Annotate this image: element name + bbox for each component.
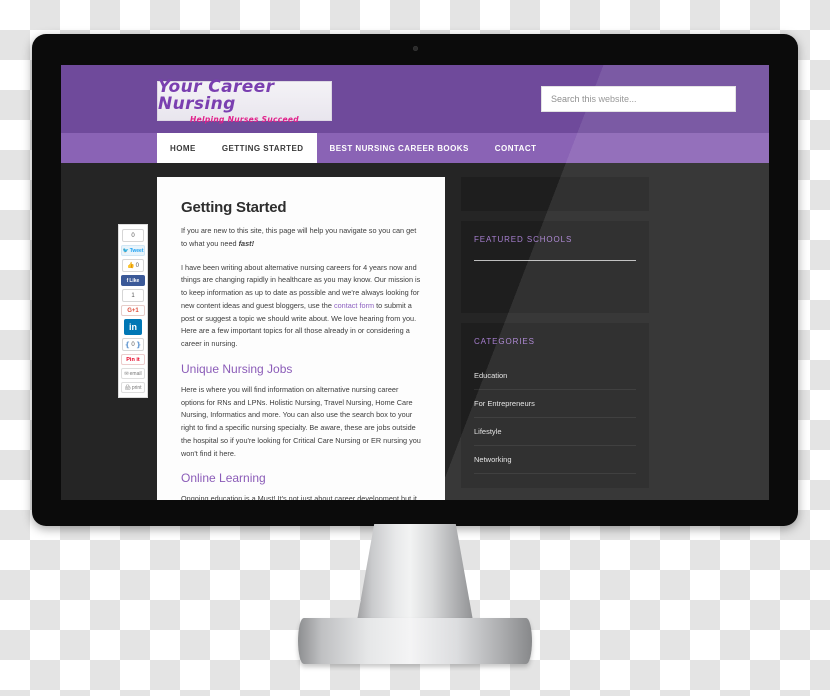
- pinterest-share-button[interactable]: Pin it: [121, 354, 145, 365]
- sidebar-widget-categories: Categories Education For Entrepreneurs L…: [461, 323, 649, 488]
- intro-emphasis: fast!: [238, 238, 255, 248]
- page-title: Getting Started: [181, 199, 287, 216]
- sidebar: Featured Schools Categories Education Fo…: [461, 177, 649, 498]
- contact-form-link[interactable]: contact form: [334, 301, 374, 310]
- linkedin-share-count: ❴ 0 ❵: [122, 338, 144, 351]
- twitter-share-button[interactable]: 🐦 Tweet: [121, 245, 145, 256]
- section-body-online-learning: Ongoing education is a Must! It's not ju…: [181, 494, 417, 500]
- logo-tagline: Helping Nurses Succeed: [190, 114, 299, 124]
- sidebar-widget-featured-schools: Featured Schools: [461, 221, 649, 313]
- monitor-stand-base: [298, 618, 532, 664]
- intro-paragraph: If you are new to this site, this page w…: [181, 225, 421, 251]
- webcam-icon: [412, 46, 418, 51]
- category-item-education[interactable]: Education: [474, 362, 636, 390]
- email-label: email: [129, 370, 142, 377]
- twitter-icon: 🐦: [122, 247, 129, 254]
- main-navigation: Home Getting Started Best Nursing Career…: [61, 133, 769, 163]
- pinterest-label: Pin it: [126, 356, 140, 363]
- article-content: Getting Started If you are new to this s…: [157, 177, 445, 500]
- featured-schools-title: Featured Schools: [474, 235, 573, 244]
- section-body-unique-nursing-jobs: Here is where you will find information …: [181, 384, 421, 458]
- facebook-thumb-count: 👍 0: [122, 259, 144, 272]
- facebook-label: Like: [129, 277, 140, 284]
- logo-title: Your Career Nursing: [158, 76, 275, 114]
- nav-label: Best Nursing Career Books: [329, 143, 469, 153]
- monitor-stand-neck: [355, 524, 475, 632]
- printer-icon: 🖨: [124, 384, 131, 391]
- envelope-icon: ✉: [124, 370, 129, 377]
- linkedin-icon: in: [129, 322, 137, 332]
- print-button[interactable]: 🖨 print: [121, 382, 145, 393]
- bracket-left-icon: ❴: [124, 341, 131, 349]
- category-item-lifestyle[interactable]: Lifestyle: [474, 418, 636, 446]
- social-share-rail: 0 🐦 Tweet 👍 0 f Like 1 G+1 in ❴ 0 ❵ Pin …: [118, 224, 148, 398]
- twitter-label: Tweet: [129, 247, 144, 254]
- search-input[interactable]: [541, 86, 736, 112]
- site-header: Your Career Nursing Helping Nurses Succe…: [61, 65, 769, 133]
- nav-label: Contact: [494, 143, 537, 153]
- facebook-icon: f: [126, 277, 129, 284]
- facebook-count-value: 0: [135, 262, 139, 269]
- google-plus-button[interactable]: G+1: [121, 305, 145, 316]
- facebook-like-button[interactable]: f Like: [121, 275, 145, 286]
- print-label: print: [131, 384, 142, 391]
- linkedin-share-button[interactable]: in: [124, 319, 142, 335]
- google-plus-share-count: 1: [122, 289, 144, 302]
- paragraph-1: I have been writing about alternative nu…: [181, 262, 421, 351]
- thumbs-up-icon: 👍: [127, 263, 135, 269]
- linkedin-count-value: 0: [131, 341, 135, 348]
- nav-item-getting-started[interactable]: Getting Started: [208, 133, 317, 163]
- monitor-frame: Your Career Nursing Helping Nurses Succe…: [32, 34, 798, 526]
- page-body: 0 🐦 Tweet 👍 0 f Like 1 G+1 in ❴ 0 ❵ Pin …: [61, 163, 769, 500]
- category-item-for-entrepreneurs[interactable]: For Entrepreneurs: [474, 390, 636, 418]
- email-share-button[interactable]: ✉ email: [121, 368, 145, 379]
- nav-item-contact[interactable]: Contact: [482, 133, 550, 163]
- nav-label: Home: [170, 143, 196, 153]
- monitor-screen: Your Career Nursing Helping Nurses Succe…: [61, 65, 769, 500]
- section-heading-unique-nursing-jobs: Unique Nursing Jobs: [181, 361, 293, 376]
- categories-title: Categories: [474, 337, 535, 346]
- nav-item-home[interactable]: Home: [157, 133, 209, 163]
- divider: [474, 260, 636, 261]
- google-plus-label: G+1: [127, 307, 139, 314]
- nav-item-best-nursing-career-books[interactable]: Best Nursing Career Books: [317, 133, 482, 163]
- sidebar-widget-ad: [461, 177, 649, 211]
- site-logo[interactable]: Your Career Nursing Helping Nurses Succe…: [157, 76, 332, 124]
- nav-label: Getting Started: [221, 143, 304, 153]
- section-heading-online-learning: Online Learning: [181, 471, 266, 486]
- twitter-share-count: 0: [122, 229, 144, 242]
- category-item-networking[interactable]: Networking: [474, 446, 636, 474]
- bracket-right-icon: ❵: [135, 341, 142, 349]
- intro-text: If you are new to this site, this page w…: [181, 226, 417, 248]
